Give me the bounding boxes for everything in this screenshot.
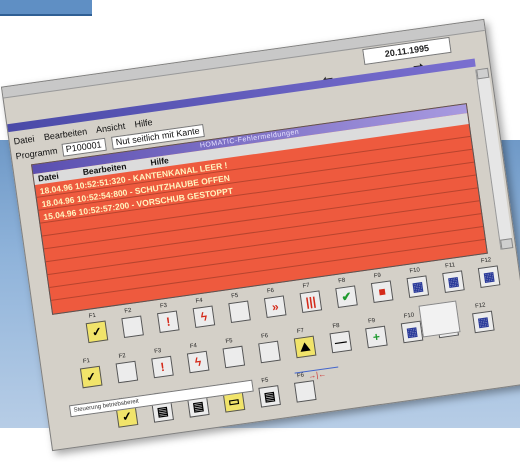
function-key-label: F3 <box>159 302 168 310</box>
function-key-label: F11 <box>444 262 456 270</box>
function-key-label: F3 <box>153 348 162 355</box>
function-key-f12[interactable]: F12 ▦ <box>473 255 513 294</box>
function-key-label: F4 <box>195 297 204 305</box>
function-key-label: F7 <box>296 328 305 335</box>
blank-icon[interactable] <box>228 300 251 324</box>
function-key-label: F12 <box>480 257 492 265</box>
check-icon[interactable]: ✓ <box>79 365 103 389</box>
function-key-f7[interactable]: F7 ||| <box>294 280 334 319</box>
function-key-f6[interactable]: F6 <box>253 330 293 369</box>
function-key-f5[interactable]: F5 <box>223 290 263 329</box>
function-key-f4[interactable]: F4 ϟ <box>187 295 227 334</box>
lightning-icon[interactable]: ϟ <box>192 305 216 329</box>
function-key-f3[interactable]: F3! <box>152 300 192 339</box>
stop-square-icon[interactable]: ■ <box>370 280 394 303</box>
function-key-f12[interactable]: F12 ▦ <box>467 300 507 339</box>
function-key-label: F8 <box>332 322 340 330</box>
document-icon[interactable]: ▤ <box>258 385 281 408</box>
side-preview-panel <box>418 300 461 338</box>
blank-icon[interactable] <box>258 340 281 364</box>
function-key-label: F5 <box>261 377 269 385</box>
function-key-f4[interactable]: F4 ϟ <box>182 340 222 379</box>
function-key-label: F2 <box>118 353 127 360</box>
function-key-f1[interactable]: F1✓ <box>80 310 120 349</box>
chart-icon[interactable]: ⛰ <box>293 335 317 359</box>
grid-icon[interactable]: ▦ <box>400 320 424 344</box>
menu-hilfe[interactable]: Hilfe <box>134 117 153 129</box>
minus-icon[interactable]: — <box>329 330 353 354</box>
function-key-label: F7 <box>302 282 311 290</box>
blank-icon[interactable] <box>222 345 246 369</box>
function-key-f2[interactable]: F2 <box>110 350 150 389</box>
scroll-up-button[interactable] <box>476 67 490 80</box>
function-key-label: F9 <box>373 272 382 280</box>
function-key-f2[interactable]: F2 <box>116 305 156 344</box>
function-key-label: F10 <box>409 267 421 275</box>
function-key-label: F8 <box>337 277 346 285</box>
function-key-label: F9 <box>367 317 376 325</box>
main-window: 20.11.1995 ⬅ ➡ Datei Bearbeiten Ansicht … <box>0 18 520 452</box>
function-key-label: F1 <box>88 312 97 320</box>
function-key-f9[interactable]: F9 ■ <box>366 270 406 309</box>
blank-icon[interactable] <box>121 315 144 339</box>
function-key-f7[interactable]: F7 ⛰ <box>289 325 329 364</box>
lightning-icon[interactable]: ϟ <box>186 350 210 374</box>
warning-icon[interactable]: ! <box>156 310 180 334</box>
check-icon[interactable]: ✓ <box>85 320 109 344</box>
function-key-label: F12 <box>474 302 486 310</box>
scroll-down-button[interactable] <box>500 238 514 250</box>
grid-icon[interactable]: ▦ <box>406 275 430 298</box>
grid-icon[interactable]: ▦ <box>477 265 501 288</box>
function-key-label: F6 <box>260 333 269 340</box>
function-key-f9[interactable]: F9 + <box>360 315 400 354</box>
corner-tab <box>0 0 92 16</box>
function-key-label: F5 <box>225 338 234 345</box>
function-key-label: F1 <box>82 358 91 365</box>
function-key-f8[interactable]: F8 ✔ <box>330 275 370 314</box>
function-key-label: F6 <box>266 287 275 295</box>
blank-icon[interactable] <box>293 380 317 403</box>
function-key-f6[interactable]: F6» <box>259 285 299 324</box>
plus-icon[interactable]: + <box>365 325 388 349</box>
function-key-f10[interactable]: F10 ▦ <box>401 265 441 304</box>
function-key-label: F5 <box>230 292 239 300</box>
menu-datei[interactable]: Datei <box>13 134 35 147</box>
function-key-f8[interactable]: F8— <box>324 320 364 359</box>
function-key-f5[interactable]: F5 ▤ <box>253 374 293 413</box>
program-label: Programm <box>15 145 59 162</box>
fast-forward-icon[interactable]: » <box>263 295 287 319</box>
grid-icon[interactable]: ▦ <box>472 310 495 334</box>
function-key-label: F2 <box>124 307 132 315</box>
function-key-f3[interactable]: F3! <box>146 345 186 384</box>
stop-bars-icon[interactable]: ||| <box>299 290 323 314</box>
tilted-screenshot: 20.11.1995 ⬅ ➡ Datei Bearbeiten Ansicht … <box>0 0 520 462</box>
function-key-label: F4 <box>189 343 198 350</box>
grid-icon[interactable]: ▦ <box>442 270 465 293</box>
function-key-f5[interactable]: F5 <box>217 335 257 374</box>
function-key-f11[interactable]: F11 ▦ <box>437 260 477 299</box>
function-key-f1[interactable]: F1✓ <box>75 355 115 394</box>
row-divider <box>47 213 482 276</box>
warning-icon[interactable]: ! <box>151 355 174 379</box>
function-key-label: F10 <box>403 312 415 320</box>
checkmark-icon[interactable]: ✔ <box>335 285 358 309</box>
menu-bearbeiten[interactable]: Bearbeiten <box>43 126 88 142</box>
blank-icon[interactable] <box>115 360 139 384</box>
menu-ansicht[interactable]: Ansicht <box>95 121 126 135</box>
